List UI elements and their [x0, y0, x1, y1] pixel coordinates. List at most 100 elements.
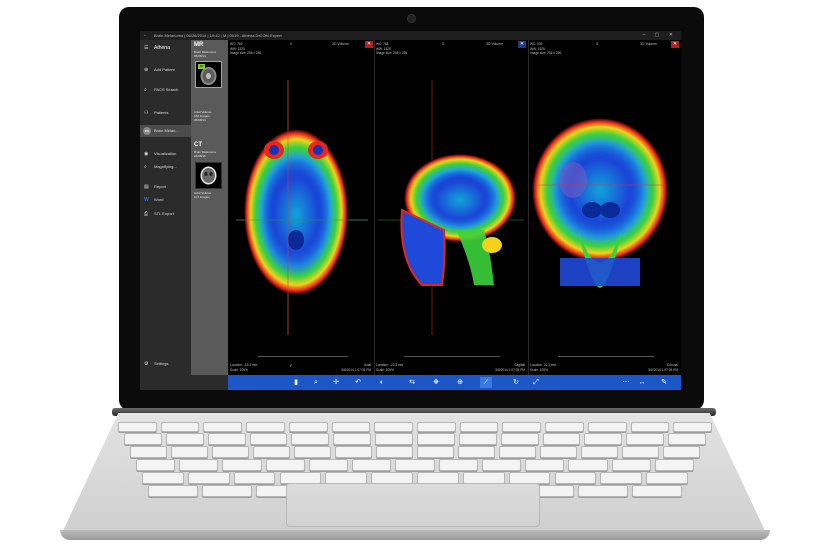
keyboard-key — [376, 446, 413, 458]
sidebar-item-pacs-search[interactable]: ⌕ PACS Search — [140, 84, 191, 96]
keyboard-key — [458, 446, 495, 458]
scale-ruler — [558, 356, 654, 357]
sidebar-item-magnifying[interactable]: ⌕ Magnifying... — [140, 161, 191, 173]
keyboard-key — [331, 422, 371, 432]
hamburger-menu-icon[interactable]: ☰ — [144, 42, 148, 54]
viewport-footer: Location: -15.3 mm Scale: 105% — [230, 363, 257, 372]
keyboard-key — [481, 459, 522, 471]
rotate-icon[interactable]: ↶ — [352, 377, 364, 388]
keyboard-key — [253, 446, 290, 458]
sidebar: ☰ Athena ⊕ Add Patient ⌕ PACS Search ⚇ P… — [140, 40, 191, 375]
keyboard-key — [417, 422, 456, 432]
fullscreen-icon[interactable]: ⤢ — [530, 377, 542, 388]
keyboard-key — [458, 433, 497, 445]
sidebar-header: ☰ Athena — [140, 42, 191, 54]
zoom-scale: Scale: 105% — [376, 367, 394, 372]
viewport-footer: Location: -22.8 mm Scale: 105% — [376, 363, 403, 372]
sidebar-item-brain-melanoma[interactable]: BM Brain Melan... — [140, 125, 191, 137]
keyboard-key — [288, 422, 328, 432]
window-title: Brain Melanoma | 06/26/2014 | 19:42 | M … — [154, 33, 282, 38]
keyboard-key — [542, 433, 581, 445]
sidebar-item-label: Visualization — [154, 151, 177, 156]
sidebar-item-label: Magnifying... — [154, 164, 177, 169]
keyboard-key — [165, 433, 204, 445]
sidebar-item-visualization[interactable]: ◉ Visualization — [140, 148, 191, 160]
sidebar-item-label: PACS Search — [154, 87, 179, 92]
viewport-footer-right: Axial 5/8/2014 1:07:05 PM — [341, 363, 371, 372]
keyboard-key — [333, 433, 372, 445]
scale-ruler — [404, 356, 500, 357]
keyboard-key — [249, 433, 288, 445]
keyboard-key — [395, 459, 435, 471]
sidebar-item-label: Report — [154, 184, 167, 189]
window-controls[interactable]: – ▢ ✕ — [643, 31, 677, 40]
back-arrow-icon[interactable]: ← — [143, 31, 148, 40]
sidebar-item-add-patient[interactable]: ⊕ Add Patient — [140, 64, 191, 76]
slice-location: Location: -22.8 mm — [376, 363, 404, 367]
series-thumbnail-mr[interactable]: 3D — [195, 61, 222, 88]
viewport-footer-right: Coronal 5/8/2014 1:07:05 PM — [648, 363, 678, 372]
viewport-sagittal[interactable]: WC: 768 WW: 1525 Image size: 256 x 256 S… — [374, 40, 529, 375]
keyboard-key — [673, 422, 712, 432]
keyboard-key — [124, 433, 162, 445]
series-modality: CT — [194, 142, 202, 148]
keyboard-key — [540, 446, 577, 458]
keyboard-key — [578, 485, 629, 497]
crosshair-icon[interactable]: ⊕ — [454, 377, 466, 388]
annotate-icon[interactable]: ✎ — [658, 377, 670, 388]
keyboard-key — [581, 446, 618, 458]
pan-icon[interactable]: ✢ — [330, 377, 342, 388]
keyboard-key — [459, 422, 499, 432]
keyboard-key — [207, 433, 246, 445]
axial-mri-image — [236, 80, 368, 335]
keyboard-key — [246, 422, 285, 432]
scale-ruler — [258, 356, 348, 357]
sidebar-item-word[interactable]: W Word — [140, 194, 191, 206]
keyboard-key — [668, 433, 706, 445]
sidebar-item-patients[interactable]: ⚇ Patients — [140, 107, 191, 119]
sidebar-item-stl-export[interactable]: ⎙ STL Export — [140, 208, 191, 220]
flip-icon[interactable]: ⇆ — [406, 377, 418, 388]
sidebar-item-label: Settings — [154, 361, 169, 366]
keyboard-key — [308, 459, 349, 471]
viewer-toolbar: ▮ ⌕ ✢ ↶ ◐ ⇆ ✥ ⊕ ⟋ ↻ ⤢ ⋯ ↔ ✎ — [228, 375, 681, 390]
keyboard-key — [118, 422, 157, 432]
reset-icon[interactable]: ↻ — [510, 377, 522, 388]
slice-location: Location: -15.3 mm — [230, 363, 258, 367]
sidebar-item-report[interactable]: ▤ Report — [140, 181, 191, 193]
keyboard-key — [294, 446, 331, 458]
keyboard-key — [233, 472, 276, 484]
sidebar-item-settings[interactable]: ⚙ Settings — [140, 358, 191, 370]
move-icon[interactable]: ✥ — [430, 377, 442, 388]
position-marker: P — [290, 363, 293, 368]
keyboard-key — [525, 459, 565, 471]
keyboard-key — [502, 422, 542, 432]
viewport-coronal[interactable]: WC: 909 WW: 1525 Image size: 256 x 256 S… — [528, 40, 681, 375]
patients-icon: ⚇ — [144, 110, 149, 116]
series-tool-icon[interactable]: ▮ — [290, 377, 302, 388]
zoom-icon[interactable]: ⌕ — [310, 377, 322, 388]
sagittal-mri-image — [378, 80, 524, 335]
laptop-screen: ← Brain Melanoma | 06/26/2014 | 19:42 | … — [140, 31, 681, 390]
resize-icon[interactable]: ↔ — [636, 377, 648, 388]
keyboard-key — [130, 446, 167, 458]
word-icon: W — [144, 197, 149, 203]
more-options-icon[interactable]: ⋯ — [620, 377, 632, 388]
slice-location: Location: 21.3 mm — [530, 363, 557, 367]
window-level-icon[interactable]: ◐ — [376, 377, 388, 388]
keyboard-key — [160, 422, 200, 432]
sidebar-item-label: Word — [154, 197, 164, 202]
measure-line-icon[interactable]: ⟋ — [480, 377, 492, 388]
series-thumbnail-ct[interactable] — [195, 162, 222, 189]
eye-icon: ◉ — [144, 151, 149, 157]
acquisition-date: 5/8/2014 1:07:05 PM — [495, 367, 525, 372]
keyboard-key — [626, 433, 665, 445]
keyboard-key — [187, 472, 230, 484]
keyboard-key — [632, 485, 682, 497]
viewport-axial[interactable]: WC: 769 WW: 1525 Image size: 256 x 256 X… — [228, 40, 375, 375]
keyboard-key — [212, 446, 249, 458]
keyboard-key — [136, 459, 176, 471]
keyboard-key — [374, 422, 413, 432]
acquisition-date: 5/8/2014 1:07:05 PM — [648, 367, 678, 372]
viewport-footer: Location: 21.3 mm Scale: 105% — [530, 363, 556, 372]
